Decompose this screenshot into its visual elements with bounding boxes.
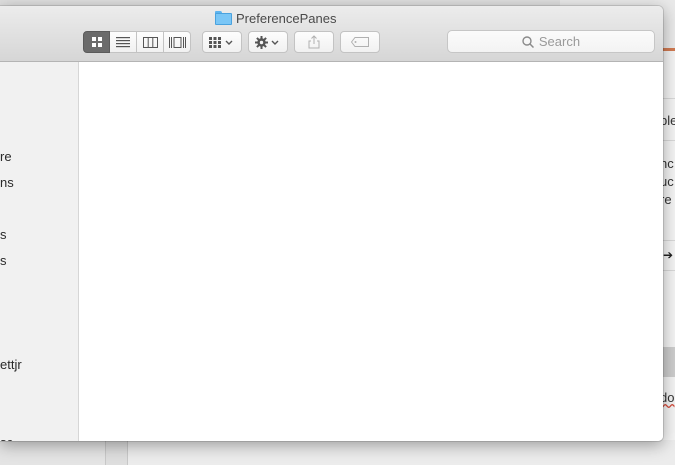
file-browser-content[interactable] [79,62,663,441]
list-view-button[interactable] [110,31,137,53]
icon-view-button[interactable] [83,31,110,53]
window-title-text: PreferencePanes [236,10,337,26]
search-icon [522,35,534,48]
background-window-edge [127,440,675,465]
cover-flow-view-button[interactable] [164,31,191,53]
sidebar-item[interactable]: ettjr [0,357,22,372]
gear-icon [255,35,279,49]
search-field[interactable]: Search [447,30,655,53]
arrange-grid-icon [209,36,233,48]
arrange-button[interactable] [202,31,242,53]
sidebar-item[interactable]: re [0,149,12,164]
column-view-button[interactable] [137,31,164,53]
arrow-icon: ➔ [663,248,674,262]
background-window-edge [0,440,106,465]
title-bar: PreferencePanes Search [0,6,663,62]
tag-icon [351,37,369,47]
sidebar-item[interactable]: s [0,253,7,268]
share-button[interactable] [294,31,334,53]
sidebar: re ns s s ettjr sc [0,62,79,441]
folder-icon [215,11,232,25]
share-icon [308,35,320,49]
sidebar-item[interactable]: s [0,227,7,242]
finder-window: PreferencePanes Search re ns s s ettjr [0,6,663,441]
column-view-icon [142,36,158,48]
icon-view-icon [91,37,102,47]
view-mode-control [83,31,191,53]
sidebar-item[interactable]: ns [0,175,14,190]
action-button[interactable] [248,31,288,53]
tag-button[interactable] [340,31,380,53]
search-placeholder: Search [538,34,581,49]
cover-flow-icon [168,36,186,48]
sidebar-item[interactable]: sc [0,435,13,441]
list-view-icon [116,36,130,47]
window-title: PreferencePanes [215,9,336,27]
